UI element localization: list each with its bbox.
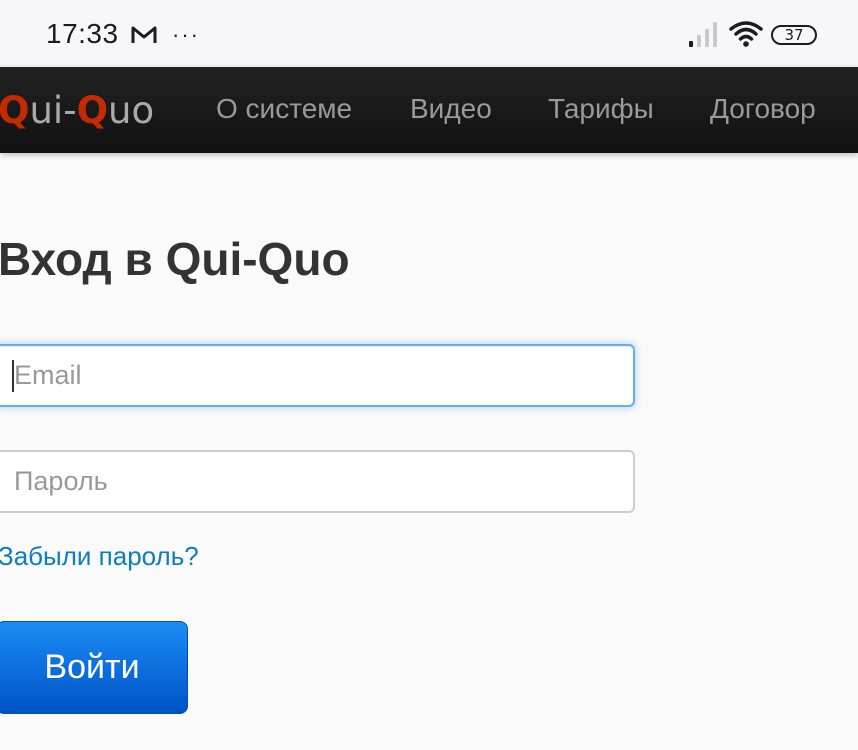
- more-notifications-icon: ···: [172, 22, 200, 47]
- navbar: Qui-Quo О системе Видео Тарифы Договор: [0, 67, 858, 153]
- gmail-icon: [131, 25, 157, 50]
- password-field[interactable]: [0, 450, 635, 513]
- battery-icon: 37: [771, 25, 817, 45]
- page-title: Вход в Qui-Quo: [0, 233, 350, 285]
- logo-part1: ui-: [29, 89, 77, 132]
- wifi-icon: [729, 20, 763, 53]
- logo-q1: Q: [0, 89, 30, 132]
- login-button[interactable]: Войти: [0, 621, 188, 714]
- logo-link[interactable]: Qui-Quo: [0, 89, 154, 132]
- text-caret: [12, 360, 14, 392]
- logo-part2: uo: [108, 89, 155, 132]
- status-bar: 17:33 ··· 37: [0, 0, 858, 67]
- nav-item-video[interactable]: Видео: [410, 93, 492, 125]
- nav-item-pricing[interactable]: Тарифы: [548, 93, 654, 125]
- nav-item-contract[interactable]: Договор: [710, 93, 816, 125]
- email-field[interactable]: [0, 344, 635, 407]
- signal-icon: [688, 20, 722, 53]
- status-time: 17:33: [46, 18, 119, 49]
- logo-q2: Q: [76, 89, 109, 132]
- nav-item-about[interactable]: О системе: [216, 93, 352, 125]
- forgot-password-link[interactable]: Забыли пароль?: [0, 541, 199, 572]
